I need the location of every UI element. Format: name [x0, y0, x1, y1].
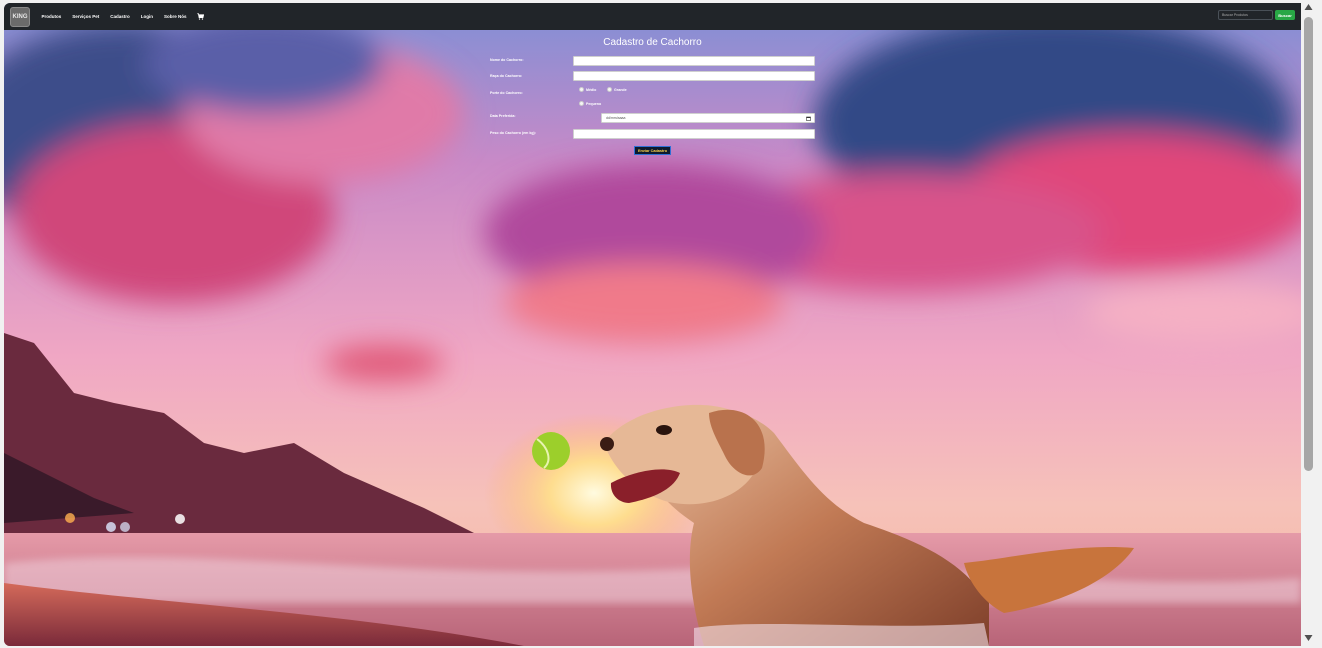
size-radio-pequeno[interactable]: Pequeno — [579, 101, 601, 106]
size-option-medio: Médio — [586, 87, 597, 92]
submit-button[interactable]: Enviar Cadastro — [634, 146, 671, 155]
nav-link-produtos[interactable]: Produtos — [42, 14, 62, 19]
date-label: Data Preferida: — [490, 114, 516, 118]
background-image — [4, 3, 1301, 646]
size-radio-grande[interactable]: Grande — [607, 87, 627, 92]
nav-link-login[interactable]: Login — [141, 14, 153, 19]
vertical-scrollbar[interactable] — [1302, 0, 1316, 648]
page-viewport: KING Produtos Serviços Pet Cadastro Logi… — [4, 3, 1301, 646]
logo-text: KING — [12, 13, 28, 20]
nav-link-sobre-nos[interactable]: Sobre Nós — [164, 14, 187, 19]
weight-label: Peso do Cachorro (em kg): — [490, 131, 536, 135]
date-input[interactable]: dd/mm/aaaa — [601, 113, 815, 123]
date-placeholder: dd/mm/aaaa — [606, 116, 626, 120]
search-form: Buscar Produtos Buscar — [1218, 10, 1295, 20]
breed-input[interactable] — [573, 71, 815, 81]
scroll-up-arrow-icon[interactable] — [1304, 3, 1313, 11]
weight-input[interactable] — [573, 129, 815, 139]
radio-dot — [607, 87, 612, 92]
size-radio-medio[interactable]: Médio — [579, 87, 596, 92]
search-input[interactable]: Buscar Produtos — [1218, 10, 1273, 20]
size-label: Porte do Cachorro: — [490, 91, 523, 95]
brand-logo[interactable]: KING — [10, 6, 30, 27]
radio-dot — [579, 87, 584, 92]
calendar-icon[interactable] — [806, 116, 811, 122]
size-option-pequeno: Pequeno — [586, 101, 602, 106]
nav-link-cadastro[interactable]: Cadastro — [110, 14, 130, 19]
breed-label: Raça do Cachorro: — [490, 74, 523, 78]
name-input[interactable] — [573, 56, 815, 66]
navbar: KING Produtos Serviços Pet Cadastro Logi… — [4, 3, 1301, 30]
form-title: Cadastro de Cachorro — [603, 37, 702, 48]
scroll-thumb[interactable] — [1304, 17, 1313, 471]
cart-icon[interactable] — [197, 13, 205, 20]
scroll-down-arrow-icon[interactable] — [1304, 634, 1313, 642]
nav-links: Produtos Serviços Pet Cadastro Login Sob… — [36, 13, 205, 20]
radio-dot — [579, 101, 584, 106]
search-button[interactable]: Buscar — [1275, 10, 1295, 20]
size-option-grande: Grande — [614, 87, 627, 92]
name-label: Nome do Cachorro: — [490, 58, 524, 62]
nav-link-servicos-pet[interactable]: Serviços Pet — [72, 14, 99, 19]
